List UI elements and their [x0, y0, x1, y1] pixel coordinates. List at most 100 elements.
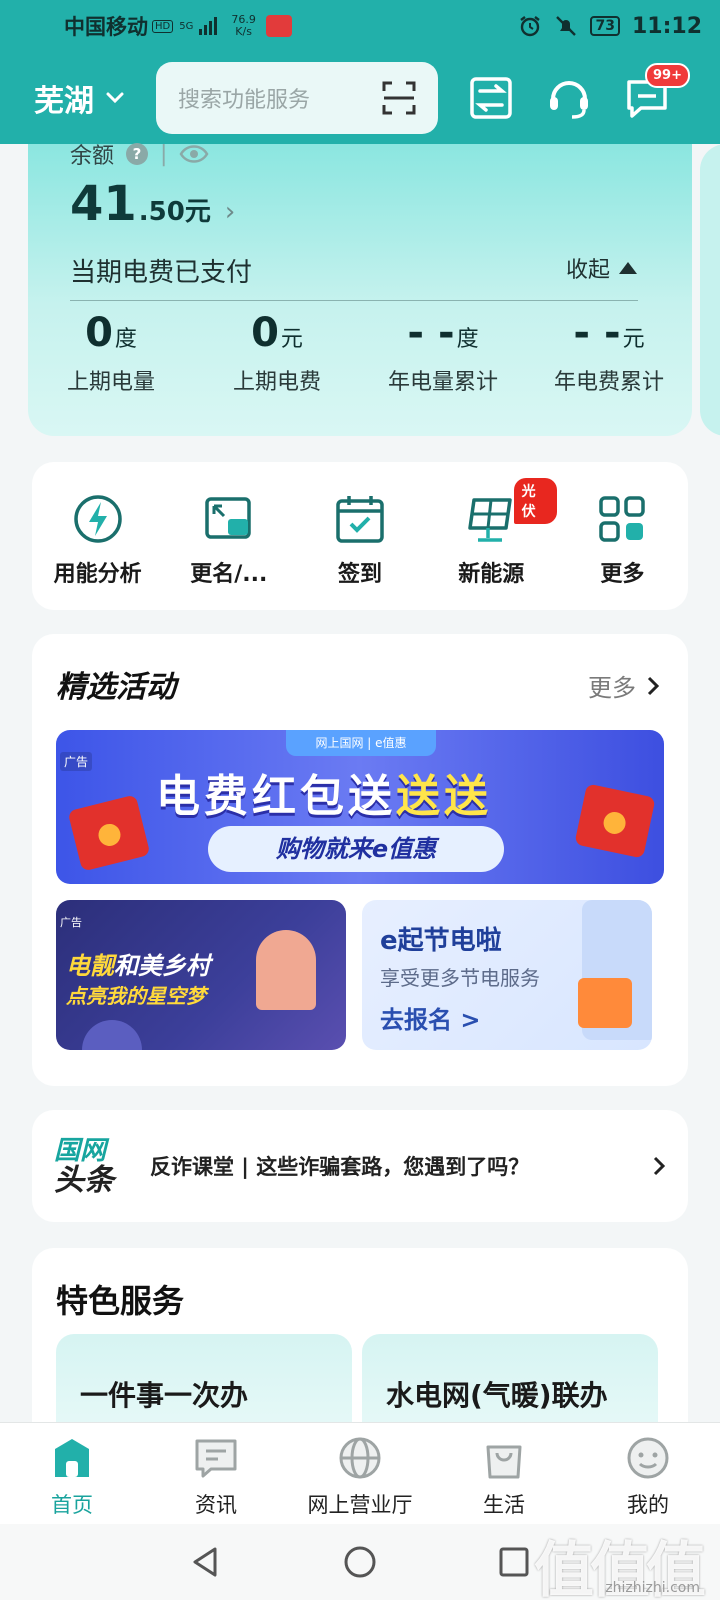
smiley-icon: [627, 1437, 669, 1479]
nav-label: 生活: [483, 1493, 525, 1517]
headline-news[interactable]: 国网 头条 反诈课堂 | 这些诈骗套路，您遇到了吗？: [32, 1110, 688, 1222]
more-services-button[interactable]: 更多: [557, 492, 688, 610]
network-type: 5G: [179, 20, 194, 32]
action-label: 用能分析: [53, 562, 142, 587]
calendar-check-icon: [336, 496, 384, 543]
promo-banner[interactable]: 广告 网上国网 | e值惠 电费红包送送送 购物就来e值惠: [56, 730, 664, 884]
city-selector[interactable]: 芜湖: [34, 76, 126, 120]
balance-label: 余额: [70, 144, 115, 169]
section-title: 精选活动: [56, 670, 176, 705]
service-label: 一件事一次办: [80, 1379, 249, 1412]
next-account-card-peek[interactable]: [700, 144, 720, 436]
collapse-button[interactable]: 收起: [566, 252, 638, 284]
triangle-up-icon: [619, 262, 637, 274]
help-icon[interactable]: ?: [126, 143, 149, 165]
customer-service-button[interactable]: [544, 73, 594, 123]
logo-line-a: 国网: [54, 1136, 107, 1166]
nav-label: 首页: [51, 1493, 93, 1517]
app-header: 芜湖 搜索功能服务 99+: [0, 52, 720, 144]
stat-unit: 元: [280, 327, 303, 352]
bill-switch-button[interactable]: [466, 73, 516, 123]
moon-image: [82, 1020, 142, 1050]
featured-services: 特色服务 一件事一次办 水电网(气暖)联办: [32, 1248, 688, 1448]
headset-icon: [550, 81, 588, 119]
stat-value: 0: [251, 310, 279, 356]
network-speed: 76.9 K/s: [231, 14, 256, 38]
balance-card: 余额 ? | 41 .50元 › 当期电费已支付 收起 0度 上期电量 0元 上…: [28, 141, 692, 436]
watermark-url: zhizhizhi.com: [605, 1580, 700, 1596]
nav-news[interactable]: 资讯: [144, 1423, 288, 1524]
alarm-icon: [520, 16, 541, 37]
stat-unit: 度: [456, 327, 479, 352]
headline-part-b: 送送: [396, 771, 492, 822]
energy-analysis-button[interactable]: 用能分析: [32, 492, 163, 610]
banner-brand-tab: 网上国网 | e值惠: [286, 730, 436, 756]
globe-icon: [339, 1437, 381, 1479]
lightning-icon: [73, 495, 122, 543]
recents-icon[interactable]: [497, 1545, 531, 1579]
more-activities-link[interactable]: 更多: [588, 668, 660, 703]
more-label: 更多: [588, 674, 636, 702]
search-placeholder: 搜索功能服务: [178, 88, 311, 113]
rename-button[interactable]: 更名/...: [163, 492, 294, 610]
headline-part-a: 电费红包送: [156, 771, 396, 822]
switch-icon: [470, 77, 512, 119]
eye-icon[interactable]: [179, 144, 209, 164]
news-text: 反诈课堂 | 这些诈骗套路，您遇到了吗？: [150, 1155, 530, 1179]
back-icon[interactable]: [189, 1545, 223, 1579]
separator: |: [160, 141, 168, 167]
headline-part-b: 和美乡村: [114, 952, 210, 980]
new-energy-button[interactable]: 光伏 新能源: [426, 478, 557, 610]
solar-panel-icon: [468, 498, 512, 542]
collapse-label: 收起: [565, 258, 610, 283]
ad-label: 广告: [60, 916, 82, 929]
photovoltaic-tag: 光伏: [513, 478, 557, 524]
shopping-bag-icon: [486, 1445, 522, 1479]
stat-year-fee[interactable]: - -元 年电费累计: [526, 310, 692, 396]
section-title: 特色服务: [56, 1282, 185, 1320]
chevron-right-icon: ›: [224, 197, 236, 227]
nav-home[interactable]: 首页: [0, 1423, 144, 1524]
village-promo-card[interactable]: 广告 电靓和美乡村 点亮我的星空梦: [56, 900, 346, 1050]
divider: [70, 300, 638, 301]
stat-last-usage[interactable]: 0度 上期电量: [28, 310, 194, 396]
news-logo: 国网 头条: [54, 1136, 134, 1196]
mute-icon: [556, 16, 577, 36]
stat-last-fee[interactable]: 0元 上期电费: [194, 310, 360, 396]
hd-indicator: HD: [152, 19, 174, 33]
grid-icon: [599, 496, 646, 542]
balance-amount[interactable]: 41 .50元 ›: [70, 176, 235, 232]
nav-profile[interactable]: 我的: [576, 1423, 720, 1524]
nav-online-hall[interactable]: 网上营业厅: [288, 1423, 432, 1524]
stat-unit: 元: [622, 327, 645, 352]
stat-value: - -: [407, 310, 455, 356]
home-circle-icon[interactable]: [343, 1545, 377, 1579]
logo-line-b: 头条: [54, 1163, 114, 1198]
speed-unit: K/s: [235, 25, 252, 38]
chevron-right-icon: [647, 676, 660, 695]
scan-icon[interactable]: [382, 81, 416, 115]
action-label: 更多: [600, 562, 645, 587]
ad-label: 广告: [60, 752, 93, 771]
rename-icon: [205, 497, 251, 539]
chevron-right-icon: [653, 1156, 666, 1176]
stat-value: - -: [573, 310, 621, 356]
card-title: e起节电啦: [380, 926, 502, 956]
signal-icon: [199, 17, 218, 35]
nav-life[interactable]: 生活: [432, 1423, 576, 1524]
balance-decimal: .50元: [138, 197, 211, 227]
message-badge: 99+: [645, 63, 690, 88]
card-subtitle: 享受更多节电服务: [380, 966, 540, 990]
signup-link[interactable]: 去报名 >: [380, 1000, 480, 1035]
stat-label: 上期电量: [66, 370, 155, 395]
red-envelope-image: [67, 794, 151, 872]
nav-label: 资讯: [195, 1493, 237, 1517]
messages-button[interactable]: 99+: [622, 63, 690, 123]
nav-label: 我的: [627, 1493, 669, 1517]
status-bar: 中国移动 HD 5G 76.9 K/s 73 11:12: [0, 0, 720, 52]
energy-saving-card[interactable]: e起节电啦 享受更多节电服务 去报名 >: [362, 900, 652, 1050]
search-input[interactable]: 搜索功能服务: [156, 62, 438, 134]
teacher-illustration: [256, 930, 316, 1010]
check-in-button[interactable]: 签到: [294, 492, 425, 610]
stat-year-usage[interactable]: - -度 年电量累计: [360, 310, 526, 396]
